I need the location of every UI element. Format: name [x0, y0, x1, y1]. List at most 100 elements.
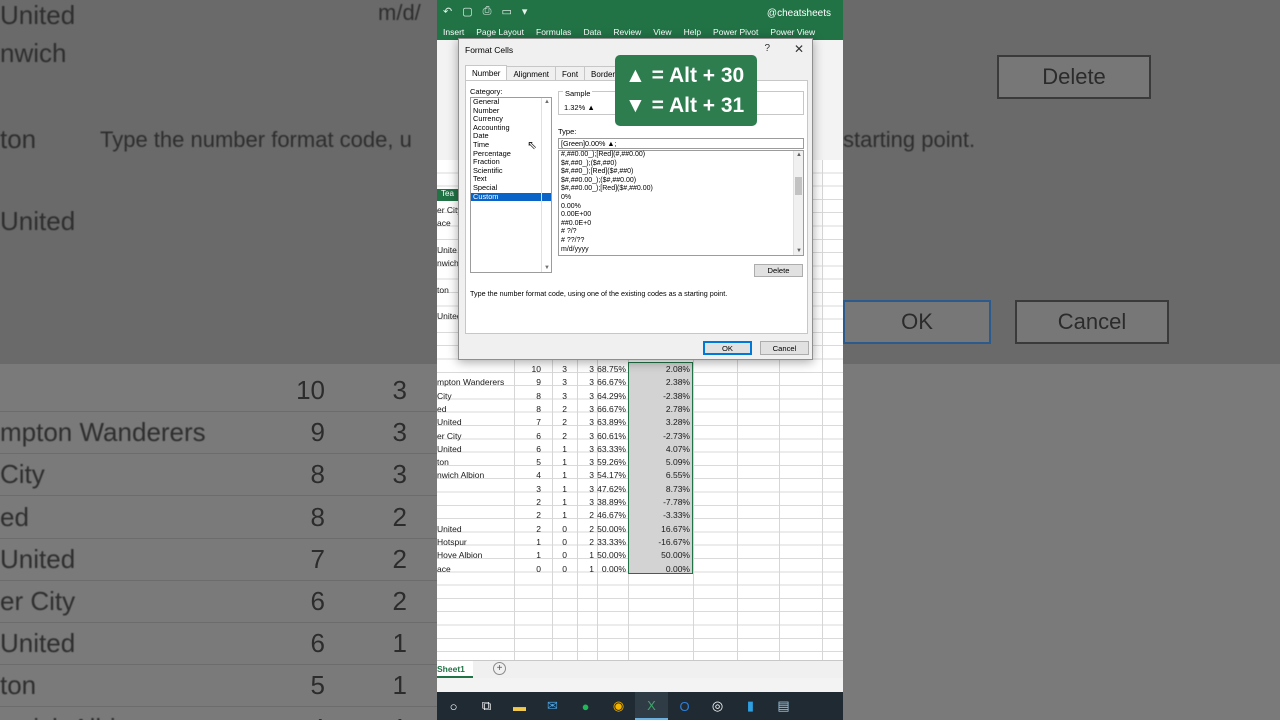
scroll-up-icon[interactable]: ▲ [796, 152, 802, 158]
format-code-item[interactable]: #,##0.00_);[Red](#,##0.00) [559, 151, 803, 160]
games-cell[interactable]: 3 [577, 377, 594, 387]
percentage-cell[interactable]: 66.67% [597, 377, 626, 387]
format-code-item[interactable]: $#,##0.00_);[Red]($#,##0.00) [559, 185, 803, 194]
new-file-icon[interactable]: ▢ [462, 5, 472, 18]
scroll-thumb[interactable] [795, 177, 802, 195]
difference-cell[interactable]: 8.73% [628, 484, 690, 494]
played-cell[interactable]: 5 [514, 457, 541, 467]
team-name-cell[interactable]: mpton Wanderers [437, 377, 513, 387]
help-icon[interactable]: ? [764, 43, 770, 54]
won-cell[interactable]: 0 [552, 524, 567, 534]
won-cell[interactable]: 1 [552, 444, 567, 454]
games-cell[interactable]: 3 [577, 404, 594, 414]
percentage-cell[interactable]: 54.17% [597, 470, 626, 480]
difference-cell[interactable]: 6.55% [628, 470, 690, 480]
team-name-cell[interactable]: United [437, 524, 513, 534]
games-cell[interactable]: 3 [577, 470, 594, 480]
spotify-icon[interactable]: ● [569, 692, 602, 720]
played-cell[interactable]: 2 [514, 524, 541, 534]
games-cell[interactable]: 3 [577, 417, 594, 427]
team-name-cell[interactable]: Hotspur [437, 537, 513, 547]
difference-cell[interactable]: 3.28% [628, 417, 690, 427]
difference-cell[interactable]: 4.07% [628, 444, 690, 454]
played-cell[interactable]: 0 [514, 564, 541, 574]
format-code-item[interactable]: $#,##0_);($#,##0) [559, 160, 803, 169]
games-cell[interactable]: 3 [577, 484, 594, 494]
difference-cell[interactable]: 5.09% [628, 457, 690, 467]
difference-cell[interactable]: -2.73% [628, 431, 690, 441]
format-code-item[interactable]: m/d/yyyy [559, 246, 803, 255]
outlook-icon[interactable]: O [668, 692, 701, 720]
team-name-cell[interactable]: ed [437, 404, 513, 414]
ok-button[interactable]: OK [703, 341, 752, 355]
difference-cell[interactable]: 16.67% [628, 524, 690, 534]
games-cell[interactable]: 3 [577, 497, 594, 507]
difference-cell[interactable]: -7.78% [628, 497, 690, 507]
played-cell[interactable]: 1 [514, 550, 541, 560]
add-sheet-icon[interactable]: + [493, 662, 506, 675]
format-code-item[interactable]: ##0.0E+0 [559, 220, 803, 229]
mail-icon[interactable]: ✉ [536, 692, 569, 720]
file-explorer-icon[interactable]: ▬ [503, 692, 536, 720]
games-cell[interactable]: 1 [577, 564, 594, 574]
scroll-up-icon[interactable]: ▲ [544, 99, 550, 105]
games-cell[interactable]: 3 [577, 364, 594, 374]
category-scrollbar[interactable]: ▲ ▼ [541, 98, 551, 272]
games-cell[interactable]: 3 [577, 431, 594, 441]
won-cell[interactable]: 1 [552, 470, 567, 480]
games-cell[interactable]: 1 [577, 550, 594, 560]
played-cell[interactable]: 4 [514, 470, 541, 480]
percentage-cell[interactable]: 64.29% [597, 391, 626, 401]
played-cell[interactable]: 6 [514, 444, 541, 454]
customize-qat-icon[interactable]: ▾ [522, 5, 528, 18]
percentage-cell[interactable]: 0.00% [597, 564, 626, 574]
games-cell[interactable]: 3 [577, 391, 594, 401]
played-cell[interactable]: 8 [514, 391, 541, 401]
won-cell[interactable]: 2 [552, 404, 567, 414]
played-cell[interactable]: 2 [514, 497, 541, 507]
tab-data[interactable]: Data [577, 27, 607, 37]
team-name-cell[interactable]: City [437, 391, 513, 401]
team-name-cell[interactable]: nwich Albion [437, 470, 513, 480]
won-cell[interactable]: 0 [552, 564, 567, 574]
app-icon[interactable]: ◎ [701, 692, 734, 720]
won-cell[interactable]: 1 [552, 484, 567, 494]
format-code-list[interactable]: #,##0.00_);[Red](#,##0.00) $#,##0_);($#,#… [558, 150, 804, 256]
games-cell[interactable]: 2 [577, 510, 594, 520]
percentage-cell[interactable]: 60.61% [597, 431, 626, 441]
games-cell[interactable]: 3 [577, 457, 594, 467]
difference-cell[interactable]: 50.00% [628, 550, 690, 560]
won-cell[interactable]: 2 [552, 417, 567, 427]
tab-page-layout[interactable]: Page Layout [470, 27, 530, 37]
category-list[interactable]: General Number Currency Accounting Date Time P… [470, 97, 552, 273]
percentage-cell[interactable]: 33.33% [597, 537, 626, 547]
games-cell[interactable]: 2 [577, 524, 594, 534]
type-input[interactable]: [Green]0.00% ▲; [558, 138, 804, 149]
percentage-cell[interactable]: 63.33% [597, 444, 626, 454]
won-cell[interactable]: 0 [552, 537, 567, 547]
played-cell[interactable]: 1 [514, 537, 541, 547]
task-view-icon[interactable]: ⧉ [470, 692, 503, 720]
tab-review[interactable]: Review [607, 27, 647, 37]
delete-button[interactable]: Delete [754, 264, 803, 277]
games-cell[interactable]: 3 [577, 444, 594, 454]
format-code-item[interactable]: 0% [559, 194, 803, 203]
difference-cell[interactable]: 0.00% [628, 564, 690, 574]
won-cell[interactable]: 1 [552, 457, 567, 467]
won-cell[interactable]: 1 [552, 497, 567, 507]
won-cell[interactable]: 2 [552, 431, 567, 441]
played-cell[interactable]: 6 [514, 431, 541, 441]
played-cell[interactable]: 9 [514, 377, 541, 387]
tab-power-view[interactable]: Power View [764, 27, 821, 37]
format-code-item[interactable]: # ??/?? [559, 237, 803, 246]
format-code-item[interactable]: 0.00E+00 [559, 211, 803, 220]
close-icon[interactable]: ✕ [794, 42, 804, 56]
won-cell[interactable]: 3 [552, 377, 567, 387]
format-code-item[interactable]: # ?/? [559, 228, 803, 237]
cancel-button[interactable]: Cancel [760, 341, 809, 355]
played-cell[interactable]: 2 [514, 510, 541, 520]
format-code-item[interactable]: 0.00% [559, 203, 803, 212]
difference-cell[interactable]: -3.33% [628, 510, 690, 520]
won-cell[interactable]: 3 [552, 391, 567, 401]
format-scrollbar[interactable]: ▲ ▼ [793, 151, 803, 255]
